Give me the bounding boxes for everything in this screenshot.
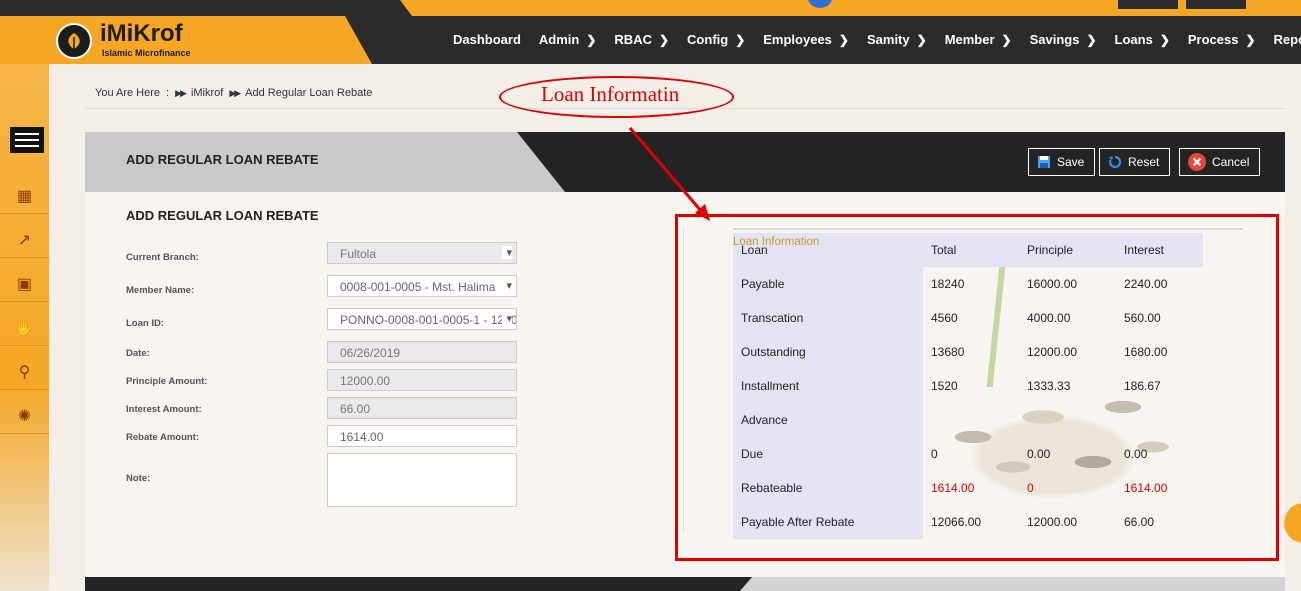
bottom-bar — [85, 577, 1285, 591]
annotation-arrow-icon — [628, 127, 710, 221]
bottom-bar-accent — [740, 577, 1285, 591]
